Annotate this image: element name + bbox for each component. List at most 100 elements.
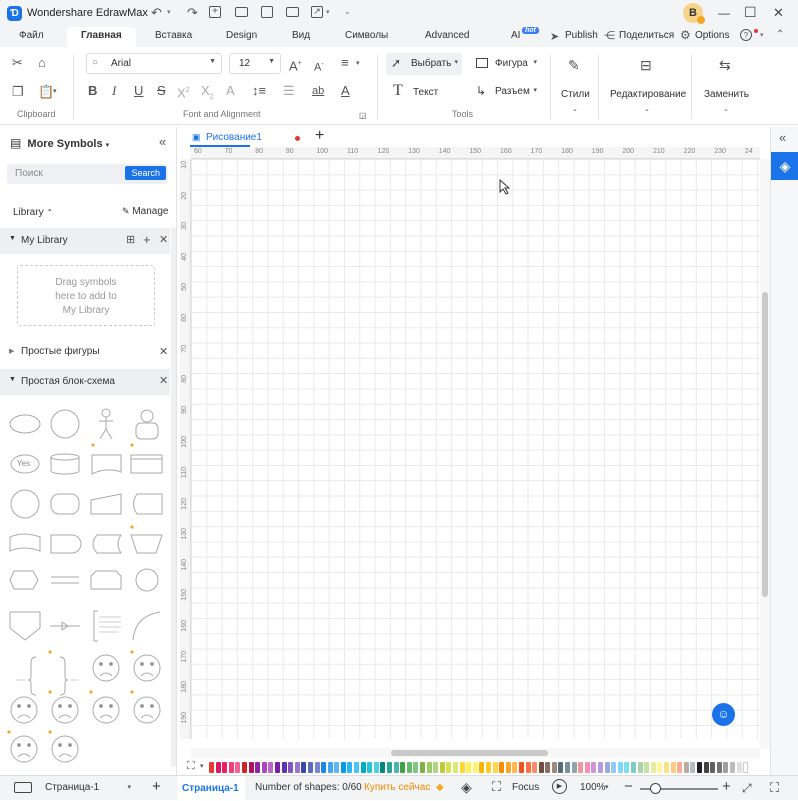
color-swatch[interactable] (452, 762, 458, 773)
small-circle-shape[interactable] (135, 568, 159, 592)
shape-tool-button[interactable]: Фигура ▾ (472, 53, 542, 75)
replace-icon[interactable]: ⇆ (719, 58, 731, 72)
export-dropdown-icon[interactable]: ▾ (326, 8, 330, 16)
sad-face-shape[interactable] (92, 654, 120, 682)
tab-insert[interactable]: Вставка (155, 30, 192, 41)
color-swatch[interactable] (565, 762, 571, 773)
add-page-tab-icon[interactable]: + (315, 127, 324, 145)
manual-input-shape[interactable] (90, 493, 122, 515)
editing-dropdown-icon[interactable]: ⌄ (644, 105, 650, 113)
color-swatch[interactable] (209, 762, 214, 773)
zoom-dropdown-icon[interactable]: ▾ (605, 783, 609, 791)
color-swatch[interactable] (400, 762, 406, 773)
print-icon[interactable] (286, 7, 299, 17)
color-swatch[interactable] (578, 762, 584, 773)
color-swatch[interactable] (663, 762, 669, 773)
fill-bucket-icon[interactable]: ⛶ (187, 760, 195, 773)
copy-icon[interactable]: ❐ (12, 85, 24, 99)
color-swatch[interactable] (538, 762, 544, 773)
color-swatch[interactable] (472, 762, 478, 773)
color-swatch[interactable] (241, 762, 247, 773)
share-button[interactable]: Поделиться (619, 30, 674, 41)
color-swatch[interactable] (558, 762, 564, 773)
sad-face-shape[interactable] (51, 696, 79, 724)
arc-shape[interactable] (132, 611, 161, 641)
color-swatch[interactable] (591, 762, 597, 773)
increase-font-icon[interactable]: A+ (289, 57, 302, 73)
zoom-level[interactable]: 100% (580, 782, 606, 793)
paste-dropdown-icon[interactable]: ▾ (53, 85, 57, 99)
format-painter-icon[interactable]: ⌂ (38, 56, 46, 70)
undo-icon[interactable]: ↶ (151, 5, 162, 21)
ellipse-shape[interactable] (9, 414, 41, 434)
color-swatch[interactable] (307, 762, 313, 773)
color-swatch[interactable] (492, 762, 498, 773)
line-spacing-icon[interactable]: ↕≡ (252, 84, 266, 98)
color-swatch[interactable] (215, 762, 221, 773)
color-swatch[interactable] (644, 762, 650, 773)
bullet-list-icon[interactable]: ☰ (283, 84, 295, 98)
editing-button[interactable]: Редактирование (610, 89, 686, 100)
color-swatch[interactable] (637, 762, 643, 773)
fit-page-icon[interactable]: ⤢ (742, 781, 752, 796)
color-swatch[interactable] (446, 762, 452, 773)
export-icon[interactable]: ↗ (311, 6, 323, 18)
color-swatch[interactable] (274, 762, 280, 773)
circle-shape[interactable] (50, 409, 80, 439)
color-swatch[interactable] (420, 762, 425, 773)
color-swatch[interactable] (716, 762, 722, 773)
color-swatch[interactable] (426, 762, 432, 773)
select-tool-button[interactable]: ➚ Выбрать ▾ (386, 53, 462, 75)
color-swatch[interactable] (611, 762, 617, 773)
publish-icon[interactable]: ➤ (550, 30, 559, 43)
sidebar-scrollbar[interactable] (171, 227, 176, 767)
color-swatch[interactable] (321, 762, 327, 773)
color-swatch[interactable] (683, 762, 689, 773)
color-swatch[interactable] (551, 762, 557, 773)
brace-shape[interactable] (16, 656, 78, 696)
color-swatch[interactable] (433, 762, 439, 773)
color-swatch[interactable] (406, 762, 412, 773)
gear-icon[interactable]: ⚙ (680, 28, 691, 42)
sad-face-shape[interactable] (10, 696, 38, 724)
font-color-icon[interactable]: A (341, 84, 350, 98)
styles-button[interactable]: Стили (561, 89, 590, 100)
color-swatch[interactable] (479, 762, 485, 773)
color-swatch[interactable] (485, 762, 491, 773)
color-swatch[interactable] (723, 762, 729, 773)
color-swatch[interactable] (505, 762, 511, 773)
search-button[interactable]: Search (125, 166, 166, 180)
maximize-button[interactable]: ☐ (744, 4, 757, 21)
database-shape[interactable] (50, 453, 80, 475)
close-icon[interactable]: ✕ (159, 374, 168, 387)
color-swatch[interactable] (248, 762, 254, 773)
color-swatch[interactable] (512, 762, 518, 773)
vertical-scrollbar[interactable] (760, 159, 770, 749)
color-swatch[interactable] (525, 762, 531, 773)
close-button[interactable]: ✕ (773, 5, 784, 21)
align-icon[interactable]: ≡ (341, 56, 349, 70)
color-swatch[interactable] (743, 762, 749, 773)
color-swatch[interactable] (624, 762, 630, 773)
focus-button[interactable]: Focus (512, 782, 539, 793)
active-page-tab[interactable]: Страница-1 (177, 776, 245, 801)
tab-advanced[interactable]: Advanced (425, 30, 469, 41)
color-swatch[interactable] (532, 762, 538, 773)
color-swatch[interactable] (459, 762, 465, 773)
tab-symbols[interactable]: Символы (345, 30, 388, 41)
close-icon[interactable]: ✕ (159, 345, 168, 358)
add-icon[interactable]: + (143, 232, 151, 247)
page-select[interactable]: Страница-1 ▾ (43, 780, 135, 796)
color-swatch[interactable] (650, 762, 656, 773)
color-swatch[interactable] (690, 762, 696, 773)
options-button[interactable]: Options (695, 30, 729, 41)
direct-data-shape[interactable] (50, 493, 80, 515)
tab-file[interactable]: Файл (19, 30, 44, 41)
my-library-header[interactable]: ▼ My Library ⊞ + ✕ (0, 228, 170, 254)
color-swatch[interactable] (657, 762, 663, 773)
zoom-in-icon[interactable]: + (722, 778, 731, 795)
color-swatch[interactable] (294, 762, 300, 773)
help-icon[interactable]: ? (740, 29, 752, 41)
my-library-dropzone[interactable]: Drag symbols here to add to My Library (17, 265, 155, 326)
zoom-slider[interactable] (640, 783, 718, 794)
